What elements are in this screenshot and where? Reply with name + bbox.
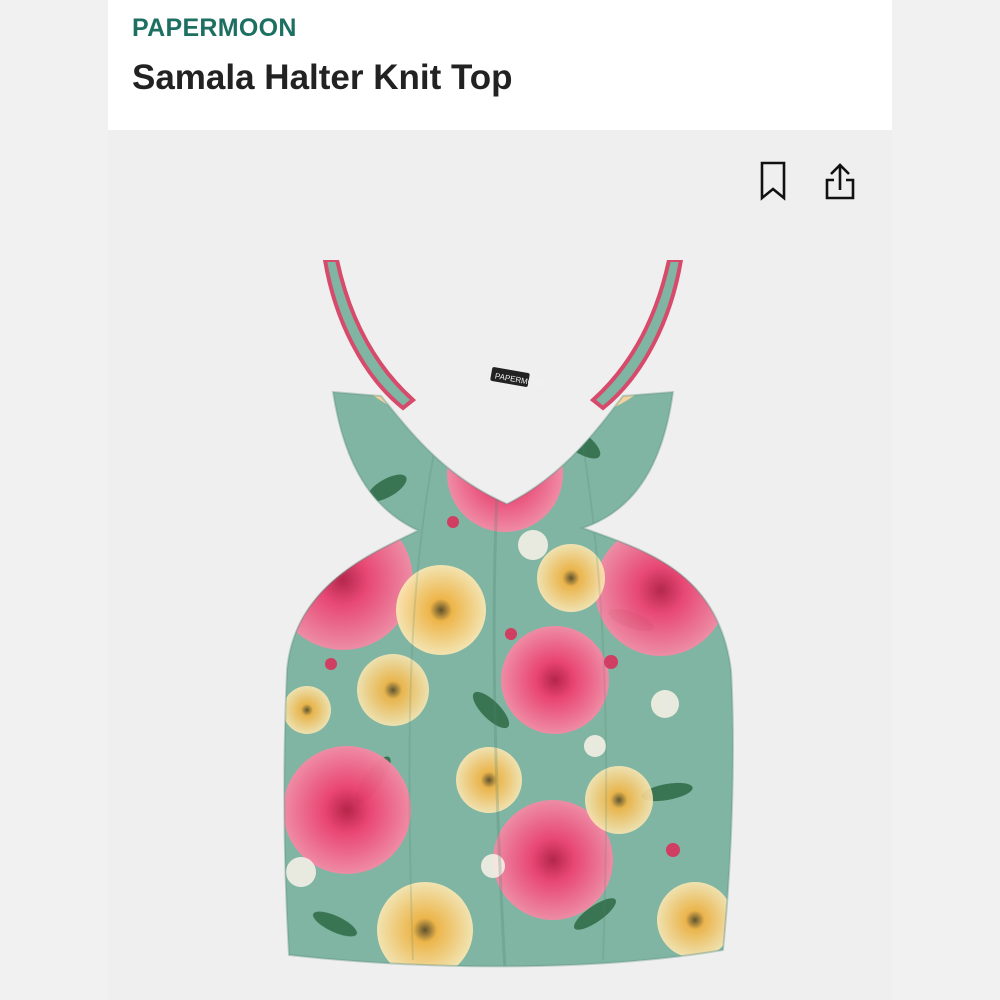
product-image-area: PAPERMOON: [108, 130, 892, 1000]
share-icon[interactable]: [820, 160, 860, 204]
product-photo: PAPERMOON: [283, 260, 734, 968]
product-header: PAPERMOON Samala Halter Knit Top: [108, 0, 892, 130]
product-page: PAPERMOON Samala Halter Knit Top PAPERMO…: [0, 0, 1000, 1000]
product-card: PAPERMOON Samala Halter Knit Top PAPERMO…: [108, 0, 892, 1000]
brand-name[interactable]: PAPERMOON: [132, 14, 297, 43]
bookmark-icon[interactable]: [754, 160, 794, 204]
product-title: Samala Halter Knit Top: [132, 58, 513, 97]
